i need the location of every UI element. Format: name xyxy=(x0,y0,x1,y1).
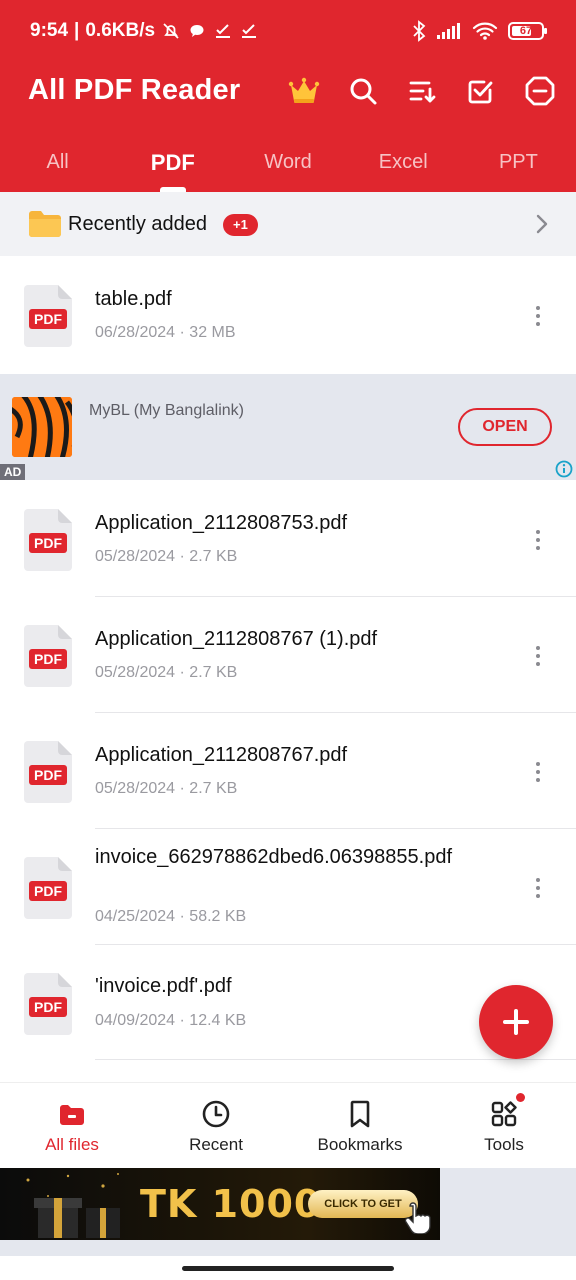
svg-text:PDF: PDF xyxy=(34,767,62,783)
file-row[interactable]: PDF Application_2112808767.pdf 05/28/202… xyxy=(0,714,576,830)
ad-app-logo xyxy=(12,397,72,457)
recently-added-label: Recently added xyxy=(68,213,207,235)
more-options-icon[interactable] xyxy=(526,636,550,676)
battery-icon: 67 xyxy=(508,22,547,40)
search-icon[interactable] xyxy=(346,74,380,108)
nav-all-files[interactable]: All files xyxy=(0,1083,144,1168)
pdf-file-icon: PDF xyxy=(24,741,72,803)
file-meta: 04/25/2024 · 58.2 KB xyxy=(95,908,247,925)
nav-tools[interactable]: Tools xyxy=(432,1083,576,1168)
file-type-tabs: All PDF Word Excel PPT xyxy=(0,140,576,192)
more-options-icon[interactable] xyxy=(526,520,550,560)
divider xyxy=(95,596,576,597)
chevron-right-icon xyxy=(536,214,548,234)
nav-label: Bookmarks xyxy=(317,1135,403,1154)
svg-text:PDF: PDF xyxy=(34,999,62,1015)
select-check-icon[interactable] xyxy=(464,74,498,108)
add-file-button[interactable] xyxy=(479,985,553,1059)
new-count-badge: +1 xyxy=(223,214,258,236)
file-name: Application_2112808767.pdf xyxy=(95,744,348,766)
divider xyxy=(95,712,576,713)
sort-icon[interactable] xyxy=(405,74,439,108)
download-check-icon xyxy=(216,24,231,38)
status-bar: 9:54 | 0.6KB/s 67 xyxy=(0,0,576,64)
nav-bookmarks[interactable]: Bookmarks xyxy=(288,1083,432,1168)
signal-icon xyxy=(437,23,460,39)
native-ad[interactable]: MyBL (My Banglalink) OPEN AD xyxy=(0,374,576,480)
pdf-file-icon: PDF xyxy=(24,857,72,919)
nav-label: Tools xyxy=(484,1135,524,1154)
wifi-icon xyxy=(472,22,498,40)
status-time: 9:54 xyxy=(30,20,69,41)
svg-text:PDF: PDF xyxy=(34,651,62,667)
tab-ppt[interactable]: PPT xyxy=(461,140,576,192)
svg-text:PDF: PDF xyxy=(34,883,62,899)
folder-icon xyxy=(29,211,61,237)
file-meta: 05/28/2024 · 2.7 KB xyxy=(95,548,238,565)
status-right: 67 xyxy=(412,20,547,42)
notification-dot xyxy=(516,1093,525,1102)
divider xyxy=(95,828,576,829)
file-name: table.pdf xyxy=(95,288,172,310)
folder-icon xyxy=(60,1105,84,1125)
ad-info-icon[interactable] xyxy=(555,460,573,478)
banner-ad-area: TK 1000 CLICK TO GET xyxy=(0,1168,576,1256)
recently-added-bar[interactable]: Recently added +1 xyxy=(0,192,576,256)
divider xyxy=(95,944,576,945)
pdf-file-icon: PDF xyxy=(24,509,72,571)
tab-all[interactable]: All xyxy=(0,140,115,192)
pdf-file-icon: PDF xyxy=(24,973,72,1035)
file-row[interactable]: PDF invoice_662978862dbed6.06398855.pdf … xyxy=(0,830,576,946)
file-name: 'invoice.pdf'.pdf xyxy=(95,975,232,997)
svg-text:PDF: PDF xyxy=(34,311,62,327)
hand-pointer-icon xyxy=(404,1202,431,1234)
banner-headline: TK 1000 xyxy=(140,1182,322,1226)
nav-label: All files xyxy=(45,1135,99,1154)
tab-word[interactable]: Word xyxy=(230,140,345,192)
muted-bell-icon xyxy=(163,23,179,39)
ad-open-button[interactable]: OPEN xyxy=(458,408,552,446)
file-meta: 05/28/2024 · 2.7 KB xyxy=(95,780,238,797)
file-name: invoice_662978862dbed6.06398855.pdf xyxy=(95,846,453,868)
file-meta: 05/28/2024 · 2.7 KB xyxy=(95,664,238,681)
file-meta: 04/09/2024 · 12.4 KB xyxy=(95,1012,247,1029)
tools-grid-icon xyxy=(491,1101,517,1127)
svg-text:PDF: PDF xyxy=(34,535,62,551)
app-title: All PDF Reader xyxy=(28,74,241,106)
file-name: Application_2112808753.pdf xyxy=(95,512,348,534)
pdf-file-icon: PDF xyxy=(24,285,72,347)
remove-ads-icon[interactable] xyxy=(523,74,557,108)
nav-label: Recent xyxy=(189,1135,243,1154)
file-name: Application_2112808767 (1).pdf xyxy=(95,628,378,650)
nav-recent[interactable]: Recent xyxy=(144,1083,288,1168)
ad-title: MyBL (My Banglalink) xyxy=(89,402,245,419)
ad-label: AD xyxy=(0,464,26,480)
banner-ad[interactable]: TK 1000 CLICK TO GET xyxy=(0,1168,440,1240)
more-options-icon[interactable] xyxy=(526,868,550,908)
plus-icon xyxy=(503,1009,529,1035)
bookmark-icon xyxy=(350,1100,370,1128)
crown-icon[interactable] xyxy=(287,74,321,108)
app-header: 9:54 | 0.6KB/s 67 All PDF Reader All PDF… xyxy=(0,0,576,192)
battery-level: 67 xyxy=(519,25,533,37)
file-row[interactable]: PDF table.pdf 06/28/2024 · 32 MB xyxy=(0,258,576,374)
divider xyxy=(95,1059,576,1060)
chat-bubble-icon xyxy=(190,25,204,37)
more-options-icon[interactable] xyxy=(526,752,550,792)
file-meta: 06/28/2024 · 32 MB xyxy=(95,324,236,341)
file-row[interactable]: PDF Application_2112808767 (1).pdf 05/28… xyxy=(0,598,576,714)
gesture-bar[interactable] xyxy=(182,1266,394,1271)
status-left: 9:54 | 0.6KB/s xyxy=(30,20,259,42)
network-speed: 0.6KB/s xyxy=(85,20,156,41)
gift-box-icon xyxy=(26,1173,120,1238)
clock-icon xyxy=(202,1100,230,1128)
download-check-icon xyxy=(242,24,257,38)
bluetooth-icon xyxy=(413,20,426,42)
bottom-navigation: All files Recent Bookmarks Tools xyxy=(0,1082,576,1168)
pdf-file-icon: PDF xyxy=(24,625,72,687)
file-row[interactable]: PDF Application_2112808753.pdf 05/28/202… xyxy=(0,482,576,598)
more-options-icon[interactable] xyxy=(526,296,550,336)
tab-pdf[interactable]: PDF xyxy=(115,140,230,192)
tab-excel[interactable]: Excel xyxy=(346,140,461,192)
